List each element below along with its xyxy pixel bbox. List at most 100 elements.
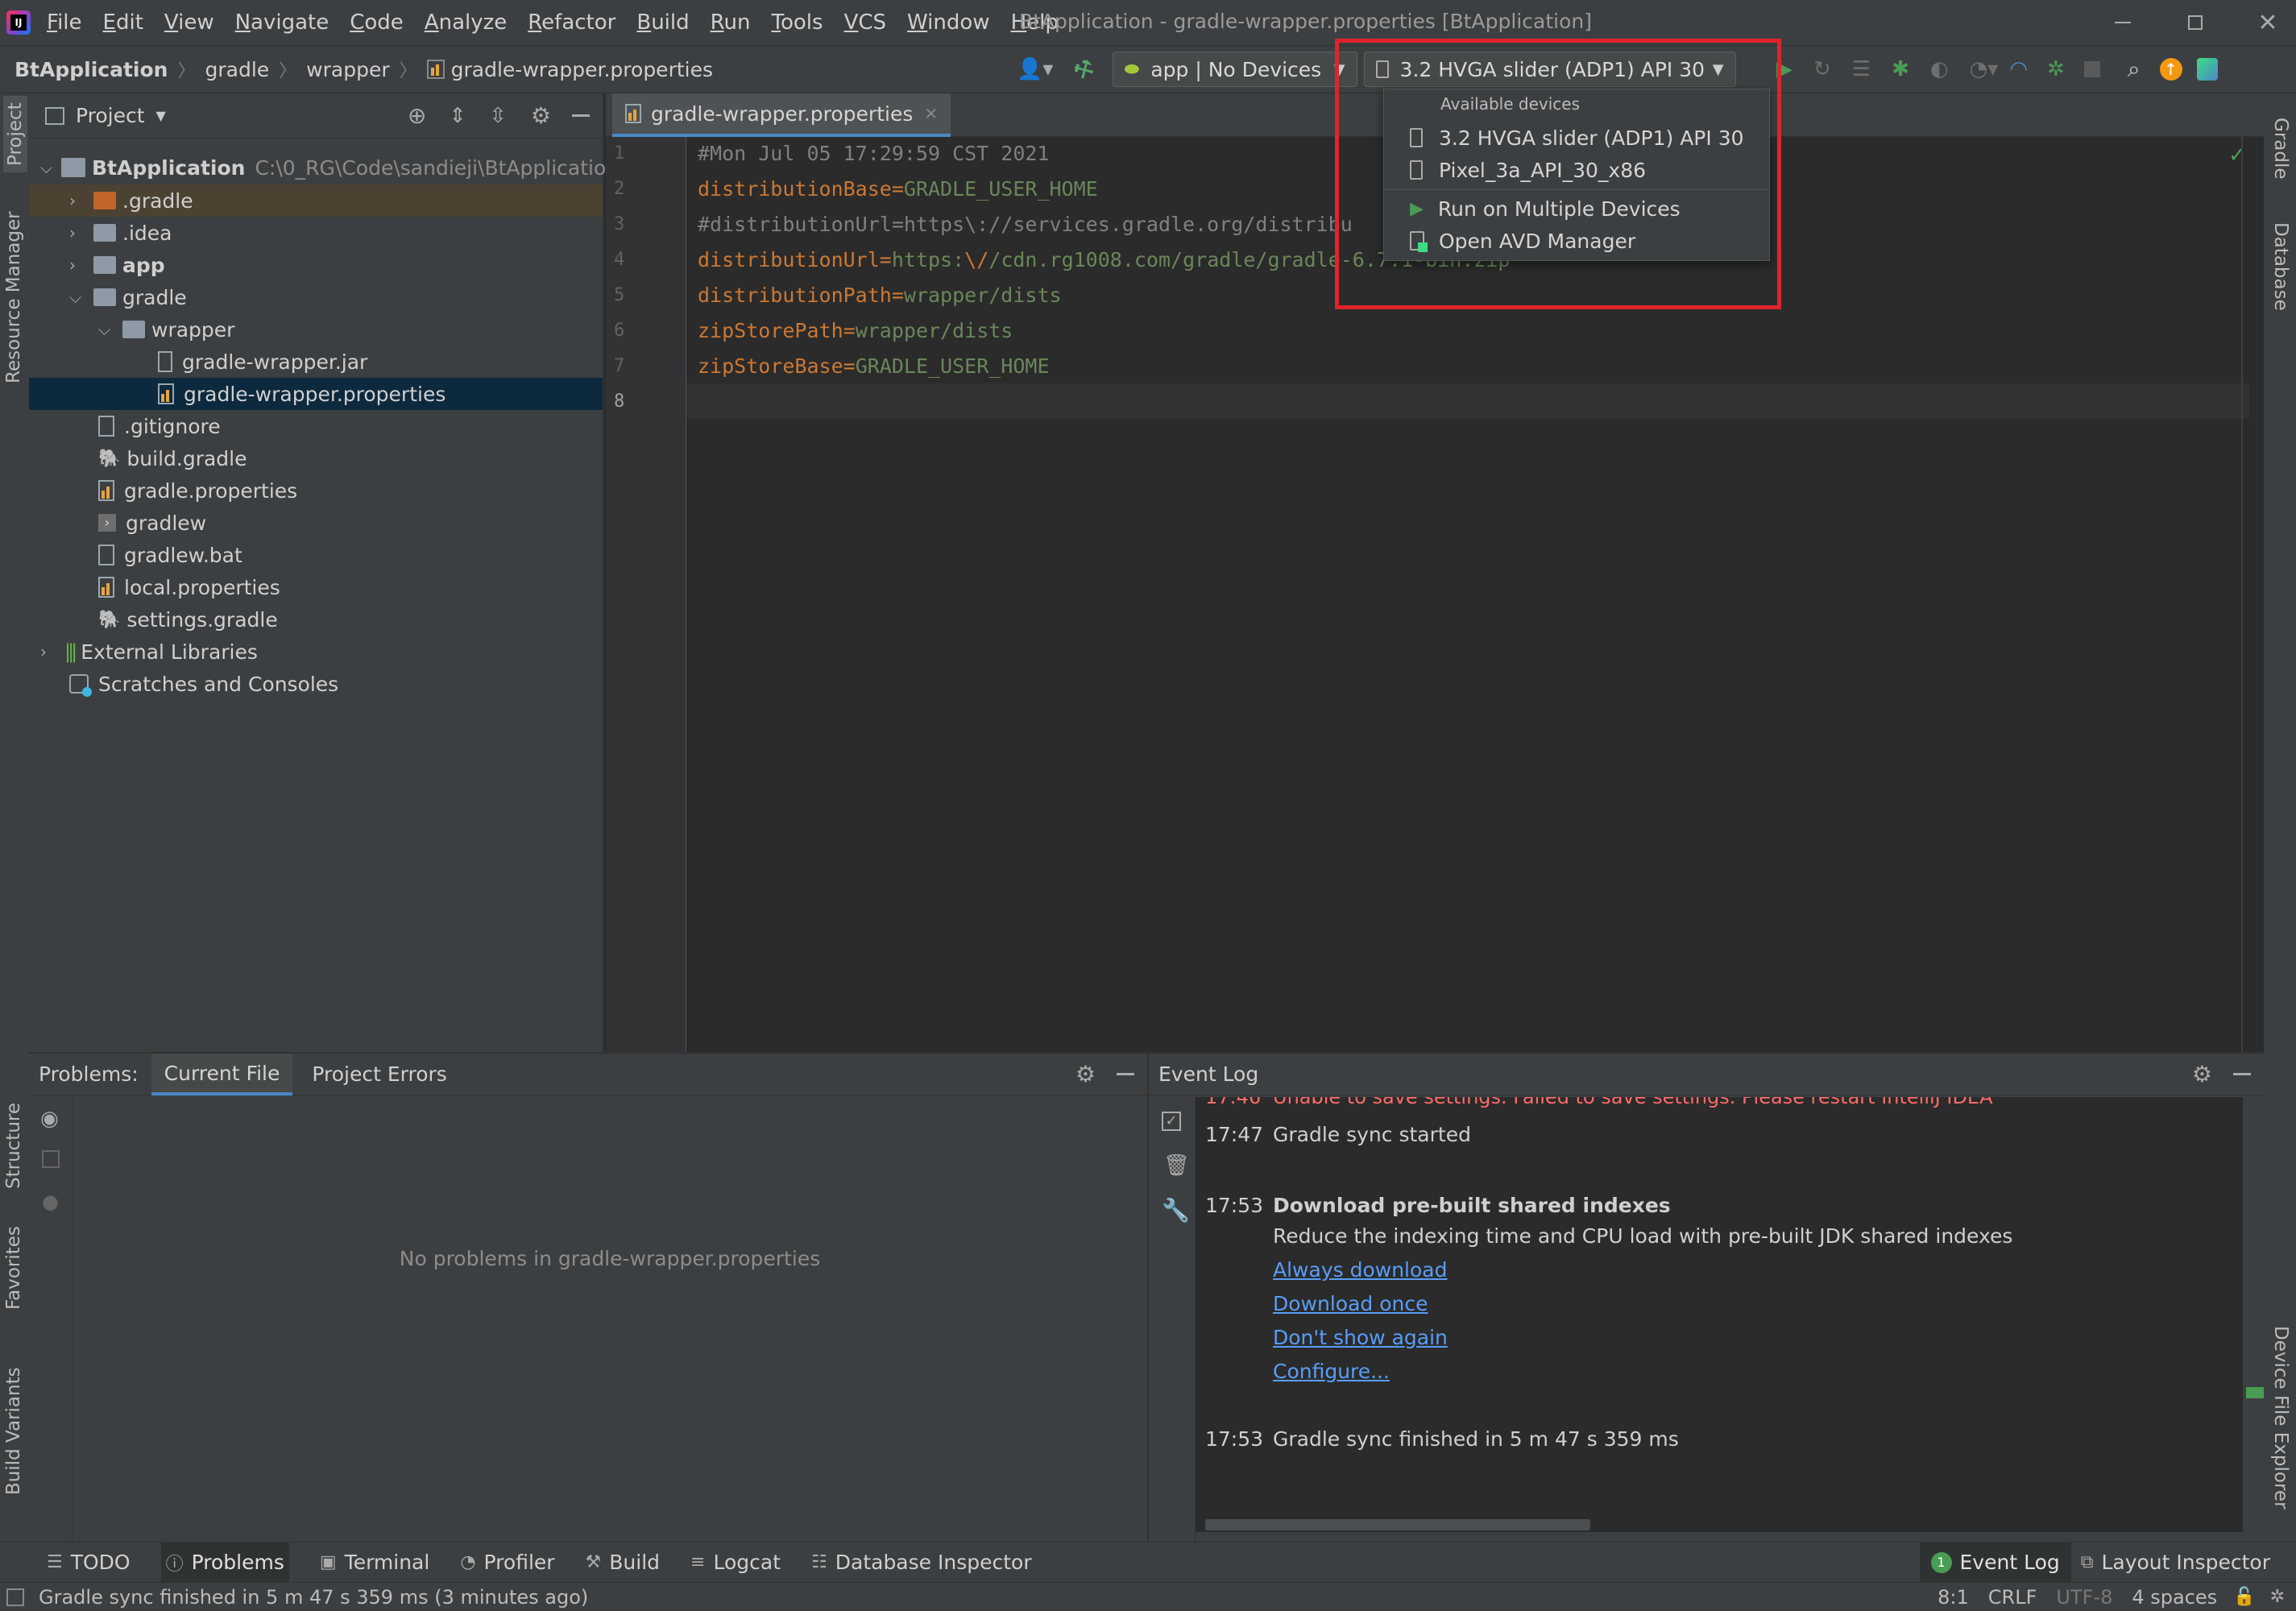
tab-layout-inspector[interactable]: ⧉ Layout Inspector [2081, 1551, 2270, 1574]
horizontal-scrollbar[interactable] [1205, 1519, 1590, 1530]
hide-icon[interactable] [572, 114, 590, 117]
close-tab-icon[interactable]: ✕ [924, 104, 938, 123]
minimize-icon[interactable] [2087, 22, 2159, 23]
attach-debugger-icon[interactable]: ✲ [2047, 57, 2065, 81]
menu-tools[interactable]: Tools [772, 10, 823, 35]
editor-scrollbar[interactable] [2241, 137, 2243, 1052]
tab-todo[interactable]: ☰ TODO [47, 1551, 131, 1574]
locate-icon[interactable]: ⊕ [408, 102, 426, 129]
line-separator[interactable]: CRLF [1988, 1586, 2037, 1609]
tree-item-settings-gradle[interactable]: 🐘 settings.gradle [98, 603, 278, 636]
tree-item-gradlew[interactable]: › gradlew [98, 507, 206, 539]
tab-database-inspector[interactable]: ☷ Database Inspector [811, 1551, 1032, 1574]
update-icon[interactable]: ↑ [2159, 58, 2182, 81]
device-file-explorer-tool-button[interactable]: Device File Explorer [2270, 1326, 2291, 1510]
run-configuration-selector[interactable]: ⬬ app | No Devices ▼ [1112, 52, 1357, 87]
tree-item-gradle-properties[interactable]: gradle.properties [98, 474, 297, 507]
lock-icon[interactable]: 🔓 [2233, 1587, 2255, 1607]
indent-setting[interactable]: 4 spaces [2132, 1586, 2217, 1609]
expand-all-icon[interactable]: ⇕ [449, 104, 466, 128]
tree-item-build-gradle[interactable]: 🐘 build.gradle [98, 442, 247, 474]
memory-indicator-icon[interactable]: ✲ [2270, 1587, 2285, 1607]
menu-run[interactable]: Run [711, 10, 751, 35]
tree-item-idea[interactable]: › .idea [69, 217, 172, 249]
menu-analyze[interactable]: Analyze [425, 10, 507, 35]
apply-changes-icon[interactable]: ↻ [1813, 57, 1831, 81]
resource-manager-tool-button[interactable]: Resource Manager [3, 211, 24, 383]
close-icon[interactable]: ✕ [2232, 9, 2296, 37]
editor-tab[interactable]: gradle-wrapper.properties ✕ [612, 93, 951, 137]
favorites-tool-button[interactable]: Favorites [3, 1226, 24, 1310]
status-toggle-icon[interactable] [6, 1588, 24, 1606]
link-configure[interactable]: Configure... [1273, 1355, 2012, 1389]
database-tool-button[interactable]: Database [2270, 222, 2291, 311]
tab-profiler[interactable]: ◔ Profiler [460, 1551, 554, 1574]
menu-edit[interactable]: Edit [103, 10, 143, 35]
eye-icon[interactable]: ◉ [40, 1107, 59, 1131]
tree-item-wrapper-properties[interactable]: gradle-wrapper.properties [29, 378, 603, 410]
gear-icon[interactable]: ⚙ [2192, 1061, 2212, 1087]
menu-vcs[interactable]: VCS [844, 10, 886, 35]
mark-all-read-icon[interactable]: ✓ [1162, 1112, 1181, 1131]
menu-navigate[interactable]: Navigate [235, 10, 329, 35]
menu-build[interactable]: Build [636, 10, 689, 35]
tree-root[interactable]: ⌵ BtApplication C:\0_RG\Code\sandieji\Bt… [40, 151, 619, 184]
breadcrumb-gradle[interactable]: gradle [205, 58, 269, 81]
tab-logcat[interactable]: ≡ Logcat [690, 1551, 781, 1574]
chevron-down-icon[interactable]: ▼ [156, 108, 166, 123]
status-message[interactable]: Gradle sync finished in 5 m 47 s 359 ms … [39, 1586, 588, 1609]
file-encoding[interactable]: UTF-8 [2056, 1586, 2112, 1609]
lightbulb-icon[interactable]: ● [42, 1191, 59, 1213]
tab-problems[interactable]: ⓘ Problems [160, 1542, 289, 1583]
user-icon[interactable]: 👤▾ [1017, 57, 1053, 81]
tree-item-scratches[interactable]: Scratches and Consoles [69, 668, 338, 700]
tab-current-file[interactable]: Current File [151, 1053, 293, 1095]
restore-icon[interactable] [2159, 15, 2232, 30]
tree-item-external-libraries[interactable]: › ||| External Libraries [40, 636, 258, 668]
gear-icon[interactable]: ⚙ [531, 102, 551, 129]
tree-item-local-properties[interactable]: local.properties [98, 571, 280, 603]
profiler-gauge-icon[interactable]: ◠ [2009, 57, 2028, 81]
app-logo-icon[interactable]: IJ [6, 10, 31, 35]
profile-icon[interactable]: ◔▾ [1970, 57, 1999, 81]
preview-icon[interactable] [42, 1150, 60, 1168]
tree-item-gradle[interactable]: ⌵ gradle [69, 281, 187, 313]
plugin-icon[interactable] [2196, 58, 2218, 81]
wrench-icon[interactable]: 🔧 [1162, 1197, 1190, 1224]
menu-refactor[interactable]: Refactor [528, 10, 615, 35]
apply-code-changes-icon[interactable]: ☰ [1852, 57, 1871, 81]
trash-icon[interactable]: 🗑 [1163, 1153, 1190, 1178]
menu-view[interactable]: View [164, 10, 214, 35]
tree-item-gradlew-bat[interactable]: gradlew.bat [98, 539, 242, 571]
gear-icon[interactable]: ⚙ [1075, 1061, 1096, 1087]
hide-icon[interactable] [2233, 1073, 2251, 1075]
tab-event-log[interactable]: 1 Event Log [1919, 1542, 2071, 1583]
caret-position[interactable]: 8:1 [1938, 1586, 1969, 1609]
tree-item-wrapper-jar[interactable]: gradle-wrapper.jar [158, 346, 367, 378]
tab-build[interactable]: ⚒ Build [586, 1551, 661, 1574]
tree-item-wrapper[interactable]: ⌵ wrapper [98, 313, 234, 346]
tab-terminal[interactable]: ▣ Terminal [320, 1551, 429, 1574]
breadcrumb-project[interactable]: BtApplication [15, 58, 168, 81]
structure-tool-button[interactable]: Structure [3, 1103, 24, 1189]
tree-item-app[interactable]: › app [69, 249, 165, 281]
no-problems-checkmark-icon[interactable]: ✓ [2228, 143, 2246, 168]
project-view-title[interactable]: Project [76, 104, 145, 127]
search-icon[interactable]: ⌕ [2128, 56, 2141, 83]
link-dont-show-again[interactable]: Don't show again [1273, 1321, 2012, 1355]
stop-icon[interactable] [2083, 61, 2100, 77]
link-always-download[interactable]: Always download [1273, 1253, 2012, 1287]
collapse-all-icon[interactable]: ⇳ [489, 104, 507, 128]
tab-project-errors[interactable]: Project Errors [312, 1062, 446, 1086]
menu-code[interactable]: Code [350, 10, 404, 35]
breadcrumb-wrapper[interactable]: wrapper [306, 58, 389, 81]
tree-item-gradle-folder[interactable]: › .gradle [29, 184, 603, 217]
menu-file[interactable]: File [47, 10, 82, 35]
menu-window[interactable]: Window [907, 10, 990, 35]
build-variants-tool-button[interactable]: Build Variants [3, 1367, 24, 1495]
coverage-icon[interactable]: ◐ [1930, 57, 1949, 81]
project-tool-button[interactable]: Project [3, 96, 27, 172]
tree-item-gitignore[interactable]: .gitignore [98, 410, 221, 442]
gradle-tool-button[interactable]: Gradle [2270, 118, 2291, 180]
debug-icon[interactable]: ✱ [1892, 57, 1909, 81]
